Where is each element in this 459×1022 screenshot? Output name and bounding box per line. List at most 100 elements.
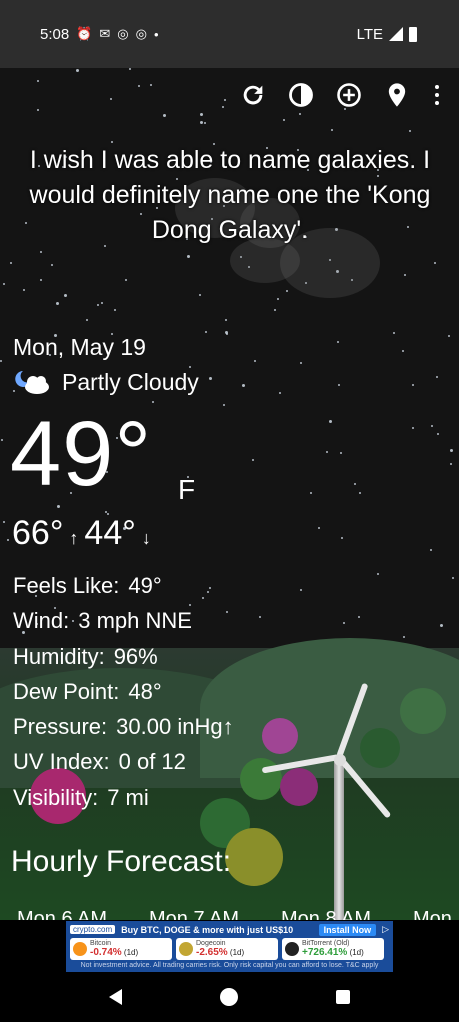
star-dot [452, 577, 454, 579]
star-dot [252, 459, 254, 461]
star-dot [300, 589, 302, 591]
star-dot [152, 401, 154, 403]
star-dot [440, 624, 443, 627]
current-temperature: 49° [10, 403, 153, 505]
status-time: 5:08 [40, 25, 70, 43]
theme-icon[interactable] [287, 80, 315, 110]
coin-card-bitcoin[interactable]: Bitcoin -0.74% (1d) [70, 938, 172, 960]
detail-label: Humidity: [13, 643, 105, 669]
detail-value: 49° [128, 573, 162, 598]
star-dot [412, 427, 414, 429]
star-dot [114, 309, 116, 311]
star-dot [299, 113, 301, 115]
ad-banner[interactable]: crypto.com Buy BTC, DOGE & more with jus… [66, 921, 393, 972]
star-dot [37, 109, 39, 111]
star-dot [105, 511, 107, 513]
coin-period: (1d) [349, 948, 364, 957]
star-dot [259, 616, 261, 618]
star-dot [409, 130, 411, 132]
star-dot [10, 262, 12, 264]
star-dot [3, 283, 5, 285]
status-left: 5:08 ⏰ ✉ ◎ ◎ • [40, 26, 159, 43]
dogecoin-icon [179, 942, 193, 956]
star-dot [23, 289, 25, 291]
star-dot [277, 298, 279, 300]
star-dot [450, 449, 453, 452]
star-dot [354, 483, 356, 485]
detail-visibility: Visibility: 7 mi [13, 780, 234, 815]
detail-label: Wind: [13, 608, 70, 634]
detail-label: Feels Like: [13, 573, 120, 598]
ad-install-button[interactable]: Install Now [318, 923, 377, 936]
star-dot [242, 384, 245, 387]
detail-wind: Wind: 3 mph NNE [13, 603, 234, 638]
star-dot [163, 114, 166, 117]
adchoices-icon[interactable]: ▷ [382, 924, 389, 935]
hourly-item[interactable]: Mon 8 AM [281, 905, 371, 920]
detail-label: Pressure: [13, 714, 108, 740]
star-dot [340, 452, 342, 454]
high-low-row: 66° ↑ 44° ↓ [12, 514, 151, 553]
more-icon[interactable] [431, 80, 443, 110]
coin-info: Dogecoin -2.65% (1d) [196, 940, 244, 958]
ad-brand: crypto.com [70, 925, 116, 934]
hourly-item[interactable]: Mon 6 AM [17, 905, 107, 920]
coin-card-bittorrent[interactable]: BitTorrent (Old) +726.41% (1d) [282, 938, 384, 960]
star-dot [64, 294, 67, 297]
star-dot [286, 290, 288, 292]
condition-row: Partly Cloudy [13, 368, 199, 396]
refresh-icon[interactable] [239, 80, 267, 110]
add-location-icon[interactable] [335, 80, 363, 110]
star-dot [437, 433, 439, 435]
gmail-icon: ✉ [99, 26, 111, 41]
star-dot [204, 122, 206, 124]
hourly-forecast-strip[interactable]: Mon 6 AM Mon 7 AM Mon 8 AM Mon [0, 905, 459, 920]
star-dot [300, 362, 302, 364]
coin-info: BitTorrent (Old) +726.41% (1d) [302, 940, 364, 958]
star-dot [412, 384, 414, 386]
temperature-unit: F [178, 474, 196, 505]
detail-dew-point: Dew Point: 48° [13, 674, 234, 709]
location-icon[interactable] [383, 80, 411, 110]
coin-period: (1d) [229, 948, 245, 957]
star-dot [76, 69, 79, 72]
weather-quote: I wish I was able to name galaxies. I wo… [29, 146, 431, 244]
star-dot [279, 392, 281, 394]
star-dot [138, 85, 140, 87]
star-dot [393, 332, 395, 334]
tree-shape [280, 768, 318, 806]
ad-coin-list: Bitcoin -0.74% (1d) Dogecoin -2.65% (1d)… [66, 938, 393, 960]
hourly-item[interactable]: Mon 7 AM [149, 905, 239, 920]
back-icon[interactable] [109, 989, 122, 1005]
star-dot [97, 304, 99, 306]
status-bar: 5:08 ⏰ ✉ ◎ ◎ • LTE [0, 0, 459, 68]
condition-text: Partly Cloudy [62, 368, 199, 395]
star-dot [338, 384, 340, 386]
recents-icon[interactable] [336, 990, 350, 1004]
star-dot [329, 420, 332, 423]
tree-shape [262, 718, 298, 754]
coin-card-dogecoin[interactable]: Dogecoin -2.65% (1d) [176, 938, 278, 960]
star-dot [0, 360, 2, 362]
wind-turbine-pole [334, 758, 344, 920]
star-dot [318, 527, 320, 529]
status-right: LTE [357, 26, 417, 43]
detail-value: 96% [113, 643, 158, 669]
star-dot [358, 616, 360, 618]
star-dot [431, 425, 433, 427]
home-icon[interactable] [220, 988, 238, 1006]
star-dot [274, 309, 276, 311]
tree-shape [225, 828, 283, 886]
dot-icon: • [153, 26, 159, 42]
detail-value: 48° [128, 678, 162, 704]
hourly-item[interactable]: Mon [413, 905, 452, 920]
coin-info: Bitcoin -0.74% (1d) [90, 940, 138, 958]
star-dot [205, 331, 207, 333]
coin-period: (1d) [123, 948, 139, 957]
detail-value: 0 of 12 [118, 749, 186, 775]
star-dot [359, 492, 361, 494]
instagram-icon: ◎ [135, 26, 147, 41]
star-dot [110, 98, 112, 100]
hourly-forecast-title: Hourly Forecast: [11, 845, 232, 878]
detail-value: 3 mph NNE [78, 608, 192, 634]
